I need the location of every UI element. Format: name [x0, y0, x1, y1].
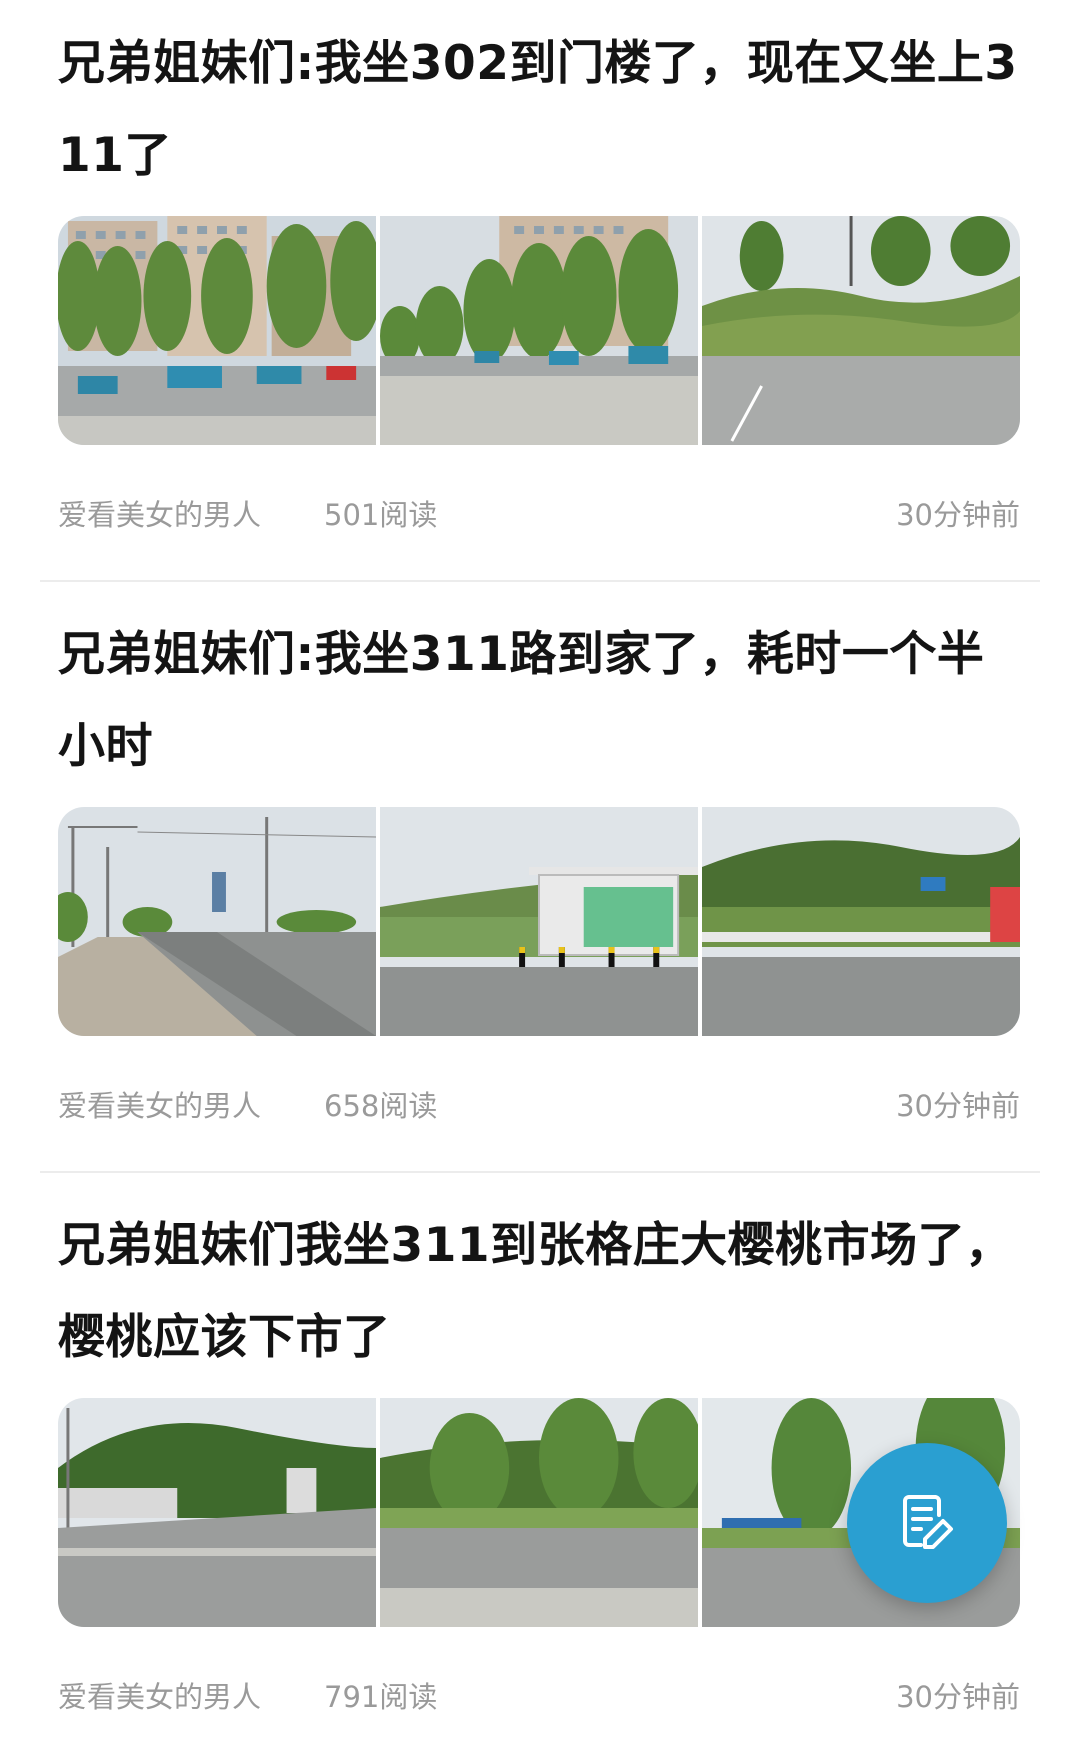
post-image[interactable] [58, 807, 376, 1036]
post-read-count: 791阅读 [324, 1680, 438, 1714]
post-author[interactable]: 爱看美女的男人 [58, 1672, 261, 1722]
post-timestamp: 30分钟前 [896, 1089, 1020, 1123]
post-card[interactable]: 兄弟姐妹们:我坐311路到家了，耗时一个半小时 爱看美女的男人 658阅读 30… [0, 591, 1080, 1123]
post-image-gallery[interactable] [58, 216, 1020, 445]
post-read-count: 658阅读 [324, 1089, 438, 1123]
post-timestamp: 30分钟前 [896, 1680, 1020, 1714]
compose-post-button[interactable] [847, 1443, 1007, 1603]
post-feed: 兄弟姐妹们:我坐302到门楼了，现在又坐上311了 爱看美女的男人 501阅读 … [0, 0, 1080, 1749]
post-title[interactable]: 兄弟姐妹们我坐311到张格庄大樱桃市场了，樱桃应该下市了 [58, 1200, 1020, 1384]
post-meta: 爱看美女的男人 791阅读 30分钟前 [58, 1672, 1020, 1722]
post-card[interactable]: 兄弟姐妹们:我坐302到门楼了，现在又坐上311了 爱看美女的男人 501阅读 … [0, 0, 1080, 532]
post-author[interactable]: 爱看美女的男人 [58, 1081, 261, 1131]
post-title[interactable]: 兄弟姐妹们:我坐302到门楼了，现在又坐上311了 [58, 18, 1020, 202]
post-title[interactable]: 兄弟姐妹们:我坐311路到家了，耗时一个半小时 [58, 609, 1020, 793]
post-author[interactable]: 爱看美女的男人 [58, 490, 261, 540]
post-image[interactable] [380, 807, 698, 1036]
edit-note-icon [895, 1489, 959, 1557]
post-timestamp: 30分钟前 [896, 498, 1020, 532]
post-meta: 爱看美女的男人 658阅读 30分钟前 [58, 1081, 1020, 1131]
post-image[interactable] [702, 807, 1020, 1036]
post-read-count: 501阅读 [324, 498, 438, 532]
post-meta: 爱看美女的男人 501阅读 30分钟前 [58, 490, 1020, 540]
post-image[interactable] [702, 216, 1020, 445]
post-divider [40, 1171, 1040, 1173]
post-image[interactable] [58, 1398, 376, 1627]
post-image[interactable] [58, 216, 376, 445]
post-divider [40, 580, 1040, 582]
post-image[interactable] [380, 1398, 698, 1627]
post-image-gallery[interactable] [58, 807, 1020, 1036]
post-image[interactable] [380, 216, 698, 445]
